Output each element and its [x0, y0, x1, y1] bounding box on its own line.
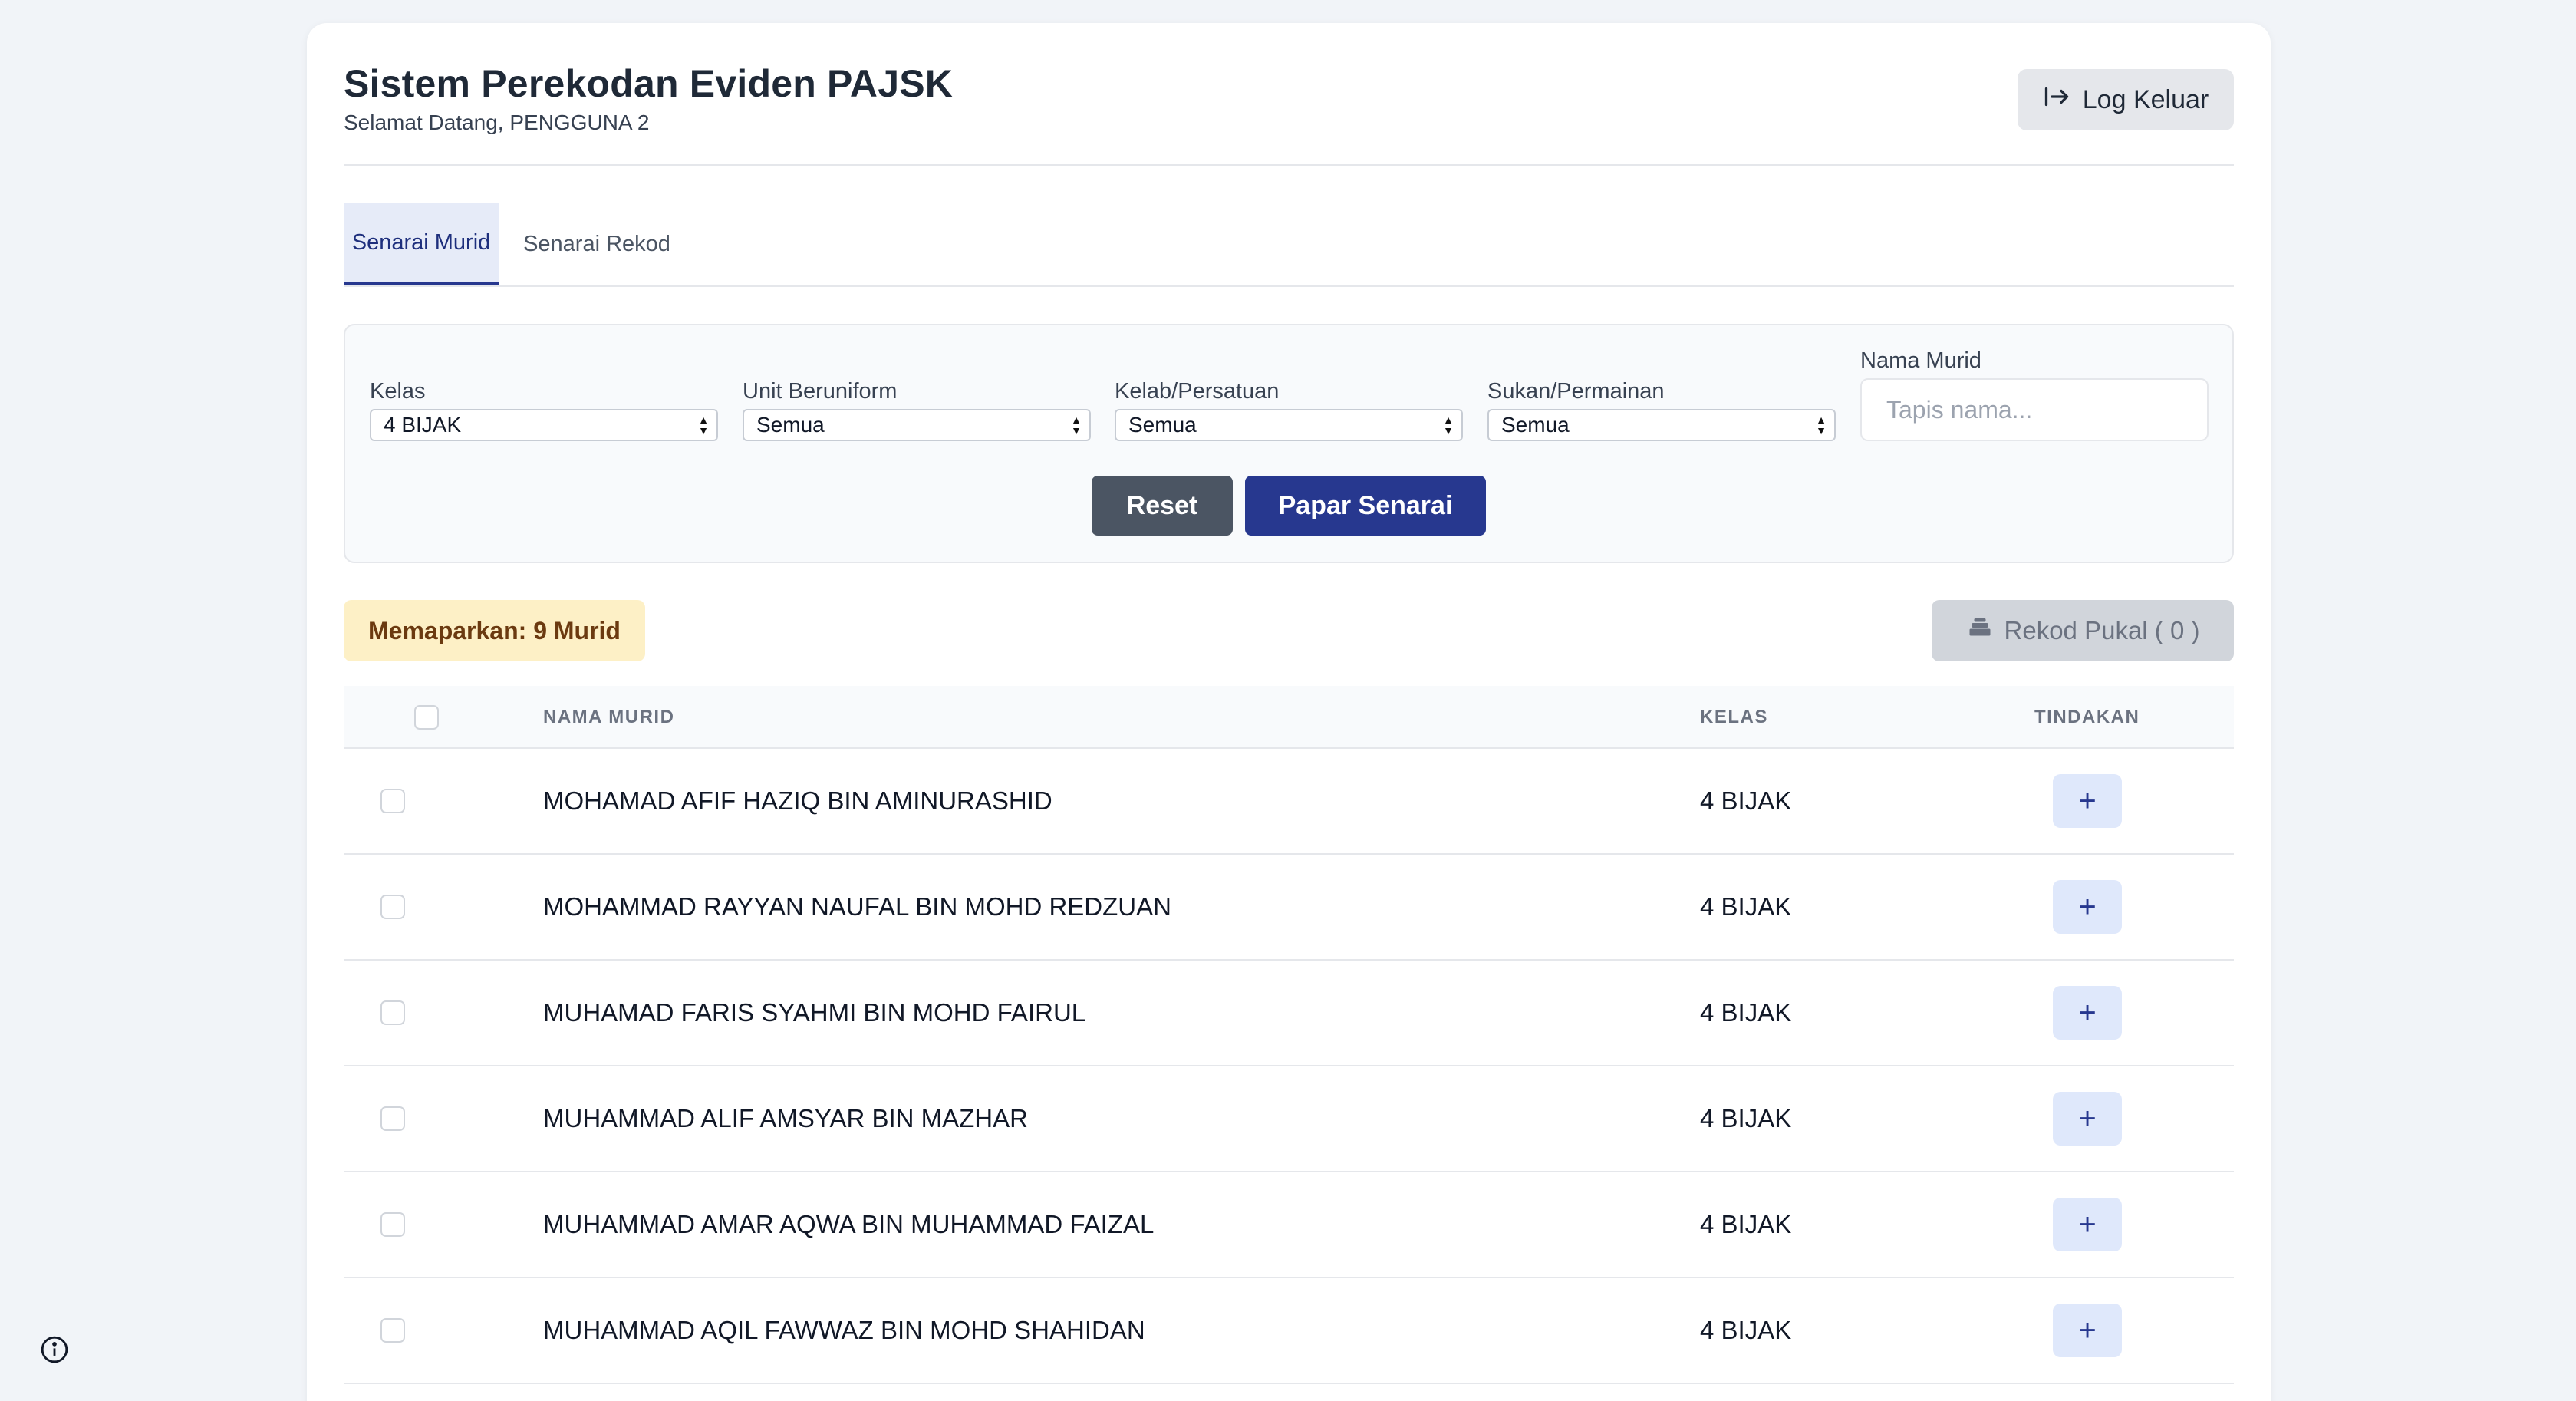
logout-button[interactable]: Log Keluar — [2018, 69, 2234, 130]
add-record-button[interactable]: + — [2053, 1304, 2122, 1357]
student-name: MOHAMAD AFIF HAZIQ BIN AMINURASHID — [543, 786, 1052, 815]
tab-senarai-rekod[interactable]: Senarai Rekod — [520, 203, 674, 285]
header: Sistem Perekodan Eviden PAJSK Selamat Da… — [344, 23, 2234, 166]
filter-kelas: Kelas 4 BIJAK ▲ ▼ — [370, 379, 718, 441]
kelas-label: Kelas — [370, 379, 426, 404]
add-record-button[interactable]: + — [2053, 986, 2122, 1040]
select-arrows-icon: ▲ ▼ — [698, 414, 709, 437]
table-row: MUHAMMAD ALIF AMSYAR BIN MAZHAR 4 BIJAK … — [344, 1066, 2234, 1172]
filter-unit: Unit Beruniform Semua ▲ ▼ — [743, 379, 1091, 441]
student-class: 4 BIJAK — [1700, 1316, 1792, 1344]
nama-label: Nama Murid — [1860, 348, 1981, 373]
student-name: MUHAMAD FARIS SYAHMI BIN MOHD FAIRUL — [543, 998, 1086, 1027]
row-checkbox[interactable] — [380, 789, 405, 813]
action-cell: + — [2053, 1066, 2122, 1171]
welcome-text: Selamat Datang, PENGGUNA 2 — [344, 110, 650, 134]
student-name: MUHAMMAD AMAR AQWA BIN MUHAMMAD FAIZAL — [543, 1210, 1155, 1238]
row-checkbox-cell — [380, 855, 405, 959]
table-row: MUHAMMAD AMAR AQWA BIN MUHAMMAD FAIZAL 4… — [344, 1172, 2234, 1278]
select-all-checkbox[interactable] — [414, 705, 439, 730]
table-row: MUHAMMAD AQIL FAWWAZ BIN MOHD SHAHIDAN 4… — [344, 1278, 2234, 1384]
filter-sukan: Sukan/Permainan Semua ▲ ▼ — [1487, 379, 1836, 441]
action-cell: + — [2053, 1278, 2122, 1383]
header-tindakan: TINDAKAN — [2034, 707, 2140, 727]
nama-input[interactable]: Tapis nama... — [1860, 378, 2209, 441]
table-row: MOHAMAD AFIF HAZIQ BIN AMINURASHID 4 BIJ… — [344, 749, 2234, 855]
row-checkbox[interactable] — [380, 1000, 405, 1025]
bulk-record-button[interactable]: Rekod Pukal ( 0 ) — [1932, 600, 2234, 661]
filter-panel: Kelas 4 BIJAK ▲ ▼ Unit Beruniform Semua ▲… — [344, 324, 2234, 563]
header-kelas: KELAS — [1700, 707, 1768, 727]
main-card: Sistem Perekodan Eviden PAJSK Selamat Da… — [307, 23, 2271, 1401]
select-all-cell — [414, 686, 439, 749]
table-row: MUHAMAD FARIS SYAHMI BIN MOHD FAIRUL 4 B… — [344, 961, 2234, 1066]
stack-icon — [1966, 614, 1994, 648]
student-class: 4 BIJAK — [1700, 892, 1792, 921]
row-checkbox-cell — [380, 1278, 405, 1383]
student-class: 4 BIJAK — [1700, 786, 1792, 815]
row-checkbox-cell — [380, 961, 405, 1065]
student-name: MOHAMMAD RAYYAN NAUFAL BIN MOHD REDZUAN — [543, 892, 1171, 921]
row-checkbox[interactable] — [380, 895, 405, 919]
student-class: 4 BIJAK — [1700, 1104, 1792, 1132]
row-checkbox-cell — [380, 1172, 405, 1277]
reset-button[interactable]: Reset — [1092, 476, 1233, 536]
action-cell: + — [2053, 749, 2122, 853]
summary-row: Memaparkan: 9 Murid Rekod Pukal ( 0 ) — [344, 600, 2234, 661]
kelab-value: Semua — [1128, 413, 1197, 437]
bulk-record-label: Rekod Pukal ( 0 ) — [2004, 616, 2200, 644]
unit-label: Unit Beruniform — [743, 379, 898, 404]
show-list-button[interactable]: Papar Senarai — [1245, 476, 1486, 536]
filter-actions: Reset Papar Senarai — [345, 476, 2232, 536]
select-arrows-icon: ▲ ▼ — [1443, 414, 1454, 437]
tab-bar: Senarai Murid Senarai Rekod — [344, 166, 2234, 287]
kelab-label: Kelab/Persatuan — [1115, 379, 1280, 404]
add-record-button[interactable]: + — [2053, 1092, 2122, 1146]
kelas-select[interactable]: 4 BIJAK ▲ ▼ — [370, 409, 718, 441]
row-checkbox[interactable] — [380, 1318, 405, 1343]
filter-nama: Nama Murid Tapis nama... — [1860, 348, 2209, 441]
filter-kelab: Kelab/Persatuan Semua ▲ ▼ — [1115, 379, 1463, 441]
row-checkbox-cell — [380, 1066, 405, 1171]
logout-label: Log Keluar — [2082, 84, 2209, 114]
header-nama-murid: NAMA MURID — [543, 707, 675, 727]
row-checkbox[interactable] — [380, 1212, 405, 1237]
select-arrows-icon: ▲ ▼ — [1816, 414, 1827, 437]
table-row: MOHAMMAD RAYYAN NAUFAL BIN MOHD REDZUAN … — [344, 855, 2234, 961]
card-inner: Sistem Perekodan Eviden PAJSK Selamat Da… — [344, 23, 2234, 1384]
student-table: NAMA MURID KELAS TINDAKAN MOHAMAD AFIF H… — [344, 686, 2234, 1384]
logout-icon — [2043, 83, 2070, 117]
kelab-select[interactable]: Semua ▲ ▼ — [1115, 409, 1463, 441]
student-name: MUHAMMAD AQIL FAWWAZ BIN MOHD SHAHIDAN — [543, 1316, 1145, 1344]
sukan-value: Semua — [1501, 413, 1570, 437]
tab-senarai-murid[interactable]: Senarai Murid — [344, 203, 499, 285]
action-cell: + — [2053, 961, 2122, 1065]
row-checkbox-cell — [380, 749, 405, 853]
sukan-label: Sukan/Permainan — [1487, 379, 1665, 404]
table-header: NAMA MURID KELAS TINDAKAN — [344, 686, 2234, 749]
add-record-button[interactable]: + — [2053, 880, 2122, 934]
add-record-button[interactable]: + — [2053, 1198, 2122, 1251]
page: Sistem Perekodan Eviden PAJSK Selamat Da… — [0, 0, 2576, 1401]
select-arrows-icon: ▲ ▼ — [1071, 414, 1082, 437]
page-title: Sistem Perekodan Eviden PAJSK — [344, 62, 954, 105]
student-class: 4 BIJAK — [1700, 998, 1792, 1027]
sukan-select[interactable]: Semua ▲ ▼ — [1487, 409, 1836, 441]
action-cell: + — [2053, 1172, 2122, 1277]
unit-value: Semua — [756, 413, 825, 437]
row-checkbox[interactable] — [380, 1106, 405, 1131]
student-count-badge: Memaparkan: 9 Murid — [344, 600, 645, 661]
info-icon[interactable] — [40, 1335, 69, 1364]
action-cell: + — [2053, 855, 2122, 959]
kelas-value: 4 BIJAK — [384, 413, 462, 437]
student-name: MUHAMMAD ALIF AMSYAR BIN MAZHAR — [543, 1104, 1028, 1132]
add-record-button[interactable]: + — [2053, 774, 2122, 828]
unit-select[interactable]: Semua ▲ ▼ — [743, 409, 1091, 441]
student-class: 4 BIJAK — [1700, 1210, 1792, 1238]
